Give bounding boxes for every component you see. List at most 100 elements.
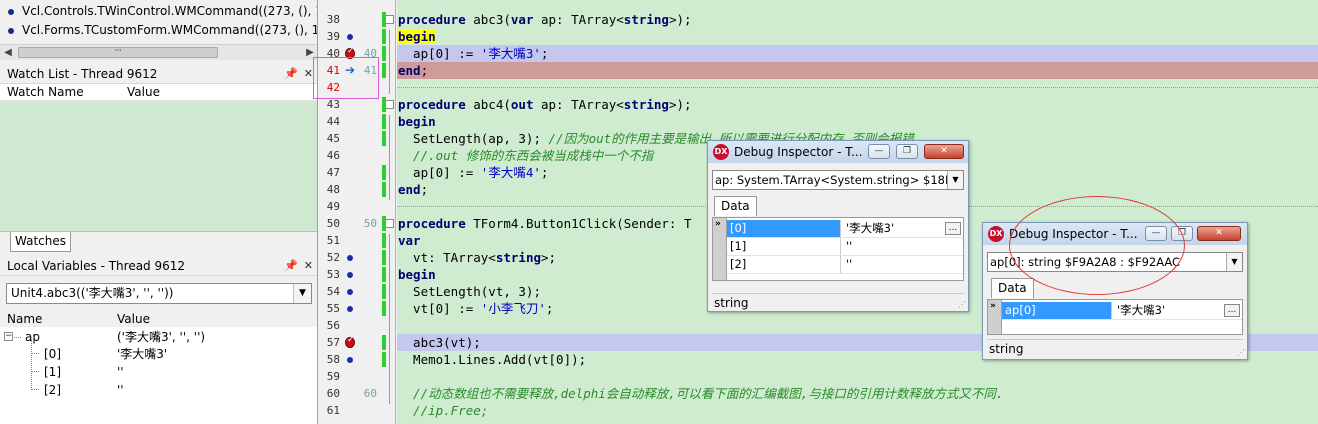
tree-row[interactable]: − ap ('李大嘴3', '', '') bbox=[0, 328, 317, 346]
inspector-title: Debug Inspector - T... bbox=[1009, 227, 1138, 241]
dx-logo-icon: DX bbox=[988, 226, 1004, 242]
code-line-dot-icon[interactable] bbox=[345, 351, 355, 368]
code-line-39[interactable]: begin bbox=[397, 28, 1318, 45]
code-line-dot-icon[interactable] bbox=[345, 249, 355, 266]
selection-highlight-box bbox=[313, 57, 379, 99]
column-watch-name[interactable]: Watch Name bbox=[7, 84, 84, 101]
local-variables-title-text: Local Variables - Thread 9612 bbox=[7, 259, 186, 273]
frame-select-value: Unit4.abc3(('李大嘴3', '', '')) bbox=[11, 286, 174, 300]
modified-line-marker bbox=[382, 284, 386, 299]
gutter-cell[interactable] bbox=[345, 385, 355, 402]
grid-row[interactable]: [1] '' bbox=[727, 238, 963, 256]
grid-row[interactable]: [2] '' bbox=[727, 256, 963, 274]
tab-watches[interactable]: Watches bbox=[10, 232, 71, 252]
gutter-cell[interactable] bbox=[345, 181, 355, 198]
code-line-dot-icon[interactable] bbox=[345, 283, 355, 300]
inspector-expression-select[interactable]: ap[0]: string $F9A2A8 : $F92AAC ▼ bbox=[987, 252, 1243, 272]
close-button[interactable]: ✕ bbox=[924, 144, 964, 159]
matched-begin: begin bbox=[398, 29, 436, 44]
gutter-cell[interactable] bbox=[345, 368, 355, 385]
debug-inspector-window-1[interactable]: DX Debug Inspector - T... — ❐ ✕ ap: Syst… bbox=[707, 140, 969, 312]
code-line-dot-icon[interactable] bbox=[345, 266, 355, 283]
inspector-titlebar[interactable]: DX Debug Inspector - T... — ❐ ✕ bbox=[983, 223, 1247, 245]
close-icon[interactable]: ✕ bbox=[304, 64, 313, 84]
grid-row[interactable]: ap[0] '李大嘴3' ... bbox=[1002, 302, 1242, 320]
fold-toggle-icon[interactable] bbox=[385, 219, 394, 228]
fold-toggle-icon[interactable] bbox=[385, 100, 394, 109]
code-line-40-exec[interactable]: ap[0] := '李大嘴3'; bbox=[397, 45, 1318, 62]
scroll-left-icon[interactable]: ◀ bbox=[0, 45, 16, 61]
maximize-button[interactable]: ❐ bbox=[1171, 226, 1193, 241]
line-number: 56 bbox=[326, 319, 340, 332]
call-stack-hscrollbar[interactable]: ◀ ''' ▶ bbox=[0, 44, 317, 61]
gutter-cell[interactable] bbox=[345, 402, 355, 419]
var-name: ap bbox=[25, 330, 40, 344]
column-name[interactable]: Name bbox=[7, 311, 42, 328]
gutter-cell[interactable] bbox=[345, 317, 355, 334]
gutter-cell[interactable] bbox=[345, 130, 355, 147]
gutter-cell[interactable] bbox=[345, 147, 355, 164]
gutter-cell[interactable] bbox=[345, 232, 355, 249]
var-name: [0] bbox=[44, 347, 61, 361]
watch-list-body[interactable] bbox=[0, 101, 317, 231]
code-line-61[interactable]: //ip.Free; bbox=[397, 402, 1318, 419]
inspector-grid[interactable]: » ap[0] '李大嘴3' ... bbox=[987, 299, 1243, 335]
maximize-button[interactable]: ❐ bbox=[896, 144, 918, 159]
inspector-titlebar[interactable]: DX Debug Inspector - T... — ❐ ✕ bbox=[708, 141, 968, 163]
inspector-expression-select[interactable]: ap: System.TArray<System.string> $18F544… bbox=[712, 170, 964, 190]
tree-row[interactable]: [0] '李大嘴3' bbox=[0, 345, 317, 363]
chevron-down-icon[interactable]: ▼ bbox=[1226, 253, 1242, 271]
code-line-dot-icon[interactable] bbox=[345, 28, 355, 45]
chevron-down-icon[interactable]: ▼ bbox=[947, 171, 963, 189]
edit-ellipsis-button[interactable]: ... bbox=[945, 222, 961, 235]
pin-icon[interactable]: 📌 bbox=[284, 256, 298, 276]
minimize-button[interactable]: — bbox=[1145, 226, 1167, 241]
breakpoint-icon[interactable] bbox=[345, 334, 355, 351]
pin-icon[interactable]: 📌 bbox=[284, 64, 298, 84]
code-line-60[interactable]: //动态数组也不需要释放,delphi会自动释放,可以看下面的汇编截图,与接口的… bbox=[397, 385, 1318, 402]
tree-row[interactable]: [2] '' bbox=[0, 381, 317, 399]
gutter-cell[interactable] bbox=[345, 113, 355, 130]
fold-line bbox=[389, 234, 390, 404]
resize-grip-icon[interactable]: ⋰ bbox=[958, 300, 966, 309]
column-value[interactable]: Value bbox=[117, 311, 150, 328]
collapse-icon[interactable]: − bbox=[4, 332, 13, 341]
code-line-44[interactable]: begin bbox=[397, 113, 1318, 130]
call-stack-item-label: Vcl.Controls.TWinControl.WMCommand((273,… bbox=[22, 4, 318, 18]
column-value[interactable]: Value bbox=[127, 84, 160, 101]
debug-inspector-window-2[interactable]: DX Debug Inspector - T... — ❐ ✕ ap[0]: s… bbox=[982, 222, 1248, 360]
tree-row[interactable]: [1] '' bbox=[0, 363, 317, 381]
scroll-thumb[interactable]: ''' bbox=[18, 47, 218, 58]
code-line-38[interactable]: procedure abc3(var ap: TArray<string>); bbox=[397, 11, 1318, 28]
tab-data[interactable]: Data bbox=[714, 196, 757, 216]
line-number: 39 bbox=[326, 30, 340, 43]
edit-ellipsis-button[interactable]: ... bbox=[1224, 304, 1240, 317]
chevron-down-icon[interactable]: ▼ bbox=[293, 284, 311, 303]
gutter-cell[interactable] bbox=[345, 164, 355, 181]
code-line-dot-icon[interactable] bbox=[345, 300, 355, 317]
grid-key: ap[0] bbox=[1002, 302, 1112, 319]
call-stack-item[interactable]: Vcl.Forms.TCustomForm.WMCommand((273, ()… bbox=[8, 21, 317, 39]
gutter-cell[interactable] bbox=[345, 11, 355, 28]
line-number: 57 bbox=[326, 336, 340, 349]
tab-data[interactable]: Data bbox=[991, 278, 1034, 298]
modified-line-marker bbox=[382, 114, 386, 129]
row-indicator-icon: » bbox=[990, 301, 996, 311]
code-line-43[interactable]: procedure abc4(out ap: TArray<string>); bbox=[397, 96, 1318, 113]
frame-select[interactable]: Unit4.abc3(('李大嘴3', '', '')) ▼ bbox=[6, 283, 312, 304]
gutter-cell[interactable] bbox=[345, 215, 355, 232]
line-number: 46 bbox=[326, 149, 340, 162]
stack-frame-dot-icon bbox=[8, 27, 14, 34]
call-stack-item[interactable]: Vcl.Controls.TWinControl.WMCommand((273,… bbox=[8, 2, 318, 20]
code-line-41-breakpoint[interactable]: end; bbox=[397, 62, 1318, 79]
grid-row[interactable]: [0] '李大嘴3' ... bbox=[727, 220, 963, 238]
minimize-button[interactable]: — bbox=[868, 144, 890, 159]
inspector-grid[interactable]: » [0] '李大嘴3' ... [1] '' [2] '' bbox=[712, 217, 964, 281]
var-name: [2] bbox=[44, 383, 61, 397]
resize-grip-icon[interactable]: ⋰ bbox=[1237, 348, 1245, 357]
grid-key: [1] bbox=[727, 238, 841, 255]
gutter-cell[interactable] bbox=[345, 198, 355, 215]
close-icon[interactable]: ✕ bbox=[304, 256, 313, 276]
close-button[interactable]: ✕ bbox=[1197, 226, 1241, 241]
fold-toggle-icon[interactable] bbox=[385, 15, 394, 24]
